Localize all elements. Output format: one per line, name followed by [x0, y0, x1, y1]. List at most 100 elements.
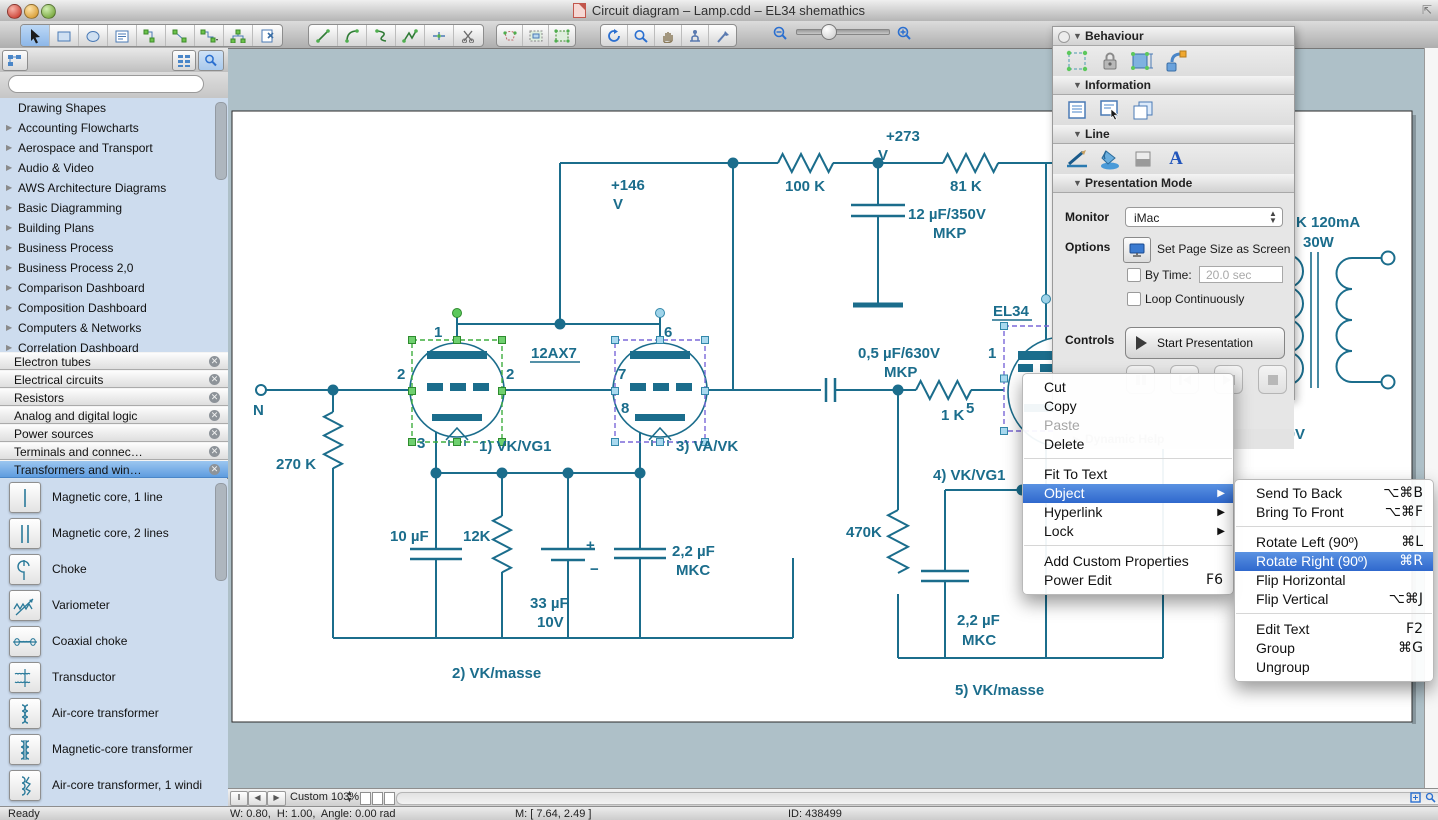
library-item[interactable]: ▶Aerospace and Transport [0, 138, 228, 158]
menu-item-flip-horizontal[interactable]: Flip Horizontal [1235, 571, 1433, 590]
library-item[interactable]: ▶Accounting Flowcharts [0, 118, 228, 138]
library-item[interactable]: ▶Computers & Networks [0, 318, 228, 338]
library-item[interactable]: Drawing Shapes [0, 98, 228, 118]
pane-splitter-button[interactable]: ‖ [230, 791, 248, 806]
library-item[interactable]: ▶AWS Architecture Diagrams [0, 178, 228, 198]
scissors-tool-button[interactable] [454, 25, 483, 46]
menu-item-add-custom-properties[interactable]: Add Custom Properties [1023, 552, 1233, 571]
shape-icon-air-core-transformer-1-winding[interactable] [9, 770, 41, 801]
library-item[interactable]: ▶Comparison Dashboard [0, 278, 228, 298]
menu-item-rotate-left[interactable]: Rotate Left (90º)⌘L [1235, 533, 1433, 552]
curve-tool-button[interactable] [367, 25, 396, 46]
library-tab[interactable]: Analog and digital logic✕ [0, 406, 228, 424]
close-tab-icon[interactable]: ✕ [209, 410, 220, 421]
fit-page-icon[interactable] [1409, 791, 1422, 804]
close-tab-icon[interactable]: ✕ [209, 356, 220, 367]
shape-icon-air-core-transformer[interactable] [9, 698, 41, 729]
library-item[interactable]: ▶Basic Diagramming [0, 198, 228, 218]
multi-select-tool-button[interactable] [549, 25, 575, 46]
shadow-style-icon[interactable] [1131, 147, 1155, 171]
shape-icon-magnetic-core-1-line[interactable] [9, 482, 41, 513]
library-item[interactable]: ▶Building Plans [0, 218, 228, 238]
arc-tool-button[interactable] [338, 25, 367, 46]
rotate-tool-button[interactable] [601, 25, 628, 46]
library-tab[interactable]: Electron tubes✕ [0, 352, 228, 370]
shape-item[interactable]: Magnetic-core transformer [0, 731, 228, 767]
line-tool-button[interactable] [309, 25, 338, 46]
text-style-icon[interactable]: A [1164, 147, 1188, 171]
stop-button[interactable] [1258, 365, 1287, 394]
action-arrow-icon[interactable] [1164, 49, 1188, 73]
select-tool-button[interactable] [21, 25, 50, 46]
menu-item-fit-to-text[interactable]: Fit To Text [1023, 465, 1233, 484]
layers-icon[interactable] [1131, 98, 1155, 122]
shape-item[interactable]: Air-core transformer [0, 695, 228, 731]
disconnect-tool-button[interactable] [253, 25, 282, 46]
library-item[interactable]: ▶Business Process [0, 238, 228, 258]
zoom-out-icon[interactable] [772, 25, 788, 46]
shape-item[interactable]: Choke [0, 551, 228, 587]
reshape-tool-button[interactable] [497, 25, 523, 46]
connector-smart-tool-button[interactable] [195, 25, 224, 46]
shape-icon-variometer[interactable] [9, 590, 41, 621]
line-style-brush-icon[interactable] [1065, 147, 1089, 171]
zoom-stepper-icon[interactable]: ▲▼ [346, 790, 353, 804]
library-scrollbar[interactable] [215, 102, 227, 180]
polyline-tool-button[interactable] [396, 25, 425, 46]
stamp-tool-button[interactable] [682, 25, 709, 46]
by-time-checkbox[interactable] [1127, 268, 1141, 282]
protection-icon[interactable] [1065, 49, 1089, 73]
hint-icon[interactable] [1098, 98, 1122, 122]
zoom-page-icon[interactable] [1424, 791, 1437, 804]
page-thumbnail[interactable] [384, 792, 395, 805]
shape-icon-transductor[interactable] [9, 662, 41, 693]
zoom-tool-button[interactable] [628, 25, 655, 46]
note-icon[interactable] [1065, 98, 1089, 122]
menu-item-object[interactable]: Object▶ [1023, 484, 1233, 503]
rectangle-tool-button[interactable] [50, 25, 79, 46]
library-tab[interactable]: Resistors✕ [0, 388, 228, 406]
monitor-dropdown[interactable]: iMac ▲▼ [1125, 207, 1283, 227]
connector-direct-tool-button[interactable] [166, 25, 195, 46]
shape-icon-magnetic-core-transformer[interactable] [9, 734, 41, 765]
zoom-slider[interactable] [796, 29, 890, 35]
menu-item-hyperlink[interactable]: Hyperlink▶ [1023, 503, 1233, 522]
eyedropper-tool-button[interactable] [709, 25, 736, 46]
page-thumbnail[interactable] [372, 792, 383, 805]
previous-page-button[interactable]: ◀ [248, 791, 267, 806]
text-tool-button[interactable] [108, 25, 137, 46]
shape-item[interactable]: Transductor [0, 659, 228, 695]
library-tree-icon[interactable] [2, 50, 28, 71]
line-section-header[interactable]: ▼ Line [1053, 125, 1294, 144]
shape-item[interactable]: Coaxial choke [0, 623, 228, 659]
zoom-in-icon[interactable] [896, 25, 912, 46]
shape-list-scrollbar[interactable] [215, 483, 227, 581]
menu-item-rotate-right[interactable]: Rotate Right (90º)⌘R [1235, 552, 1433, 571]
close-tab-icon[interactable]: ✕ [209, 428, 220, 439]
library-tab-selected[interactable]: Transformers and win…✕ [0, 460, 228, 478]
palette-close-icon[interactable] [1058, 31, 1070, 43]
set-page-size-button[interactable] [1123, 237, 1151, 263]
shape-icon-coaxial-choke[interactable] [9, 626, 41, 657]
search-input[interactable] [8, 75, 204, 93]
split-tool-button[interactable] [425, 25, 454, 46]
presentation-section-header[interactable]: ▼ Presentation Mode [1053, 174, 1294, 193]
close-tab-icon[interactable]: ✕ [209, 374, 220, 385]
information-section-header[interactable]: ▼ Information [1053, 76, 1294, 95]
library-item[interactable]: ▶Correlation Dashboard [0, 338, 228, 352]
group-select-tool-button[interactable] [523, 25, 549, 46]
menu-item-copy[interactable]: Copy [1023, 397, 1233, 416]
shape-item[interactable]: Variometer [0, 587, 228, 623]
fill-bucket-icon[interactable] [1098, 147, 1122, 171]
library-item[interactable]: ▶Composition Dashboard [0, 298, 228, 318]
close-tab-icon[interactable]: ✕ [209, 464, 220, 475]
next-page-button[interactable]: ▶ [267, 791, 286, 806]
menu-item-delete[interactable]: Delete [1023, 435, 1233, 454]
menu-item-flip-vertical[interactable]: Flip Vertical⌥⌘J [1235, 590, 1433, 609]
zoom-slider-thumb[interactable] [821, 24, 837, 40]
grid-view-icon[interactable] [172, 50, 196, 71]
shape-icon-choke[interactable] [9, 554, 41, 585]
ellipse-tool-button[interactable] [79, 25, 108, 46]
menu-item-ungroup[interactable]: Ungroup [1235, 658, 1433, 677]
resize-behaviour-icon[interactable] [1131, 49, 1155, 73]
